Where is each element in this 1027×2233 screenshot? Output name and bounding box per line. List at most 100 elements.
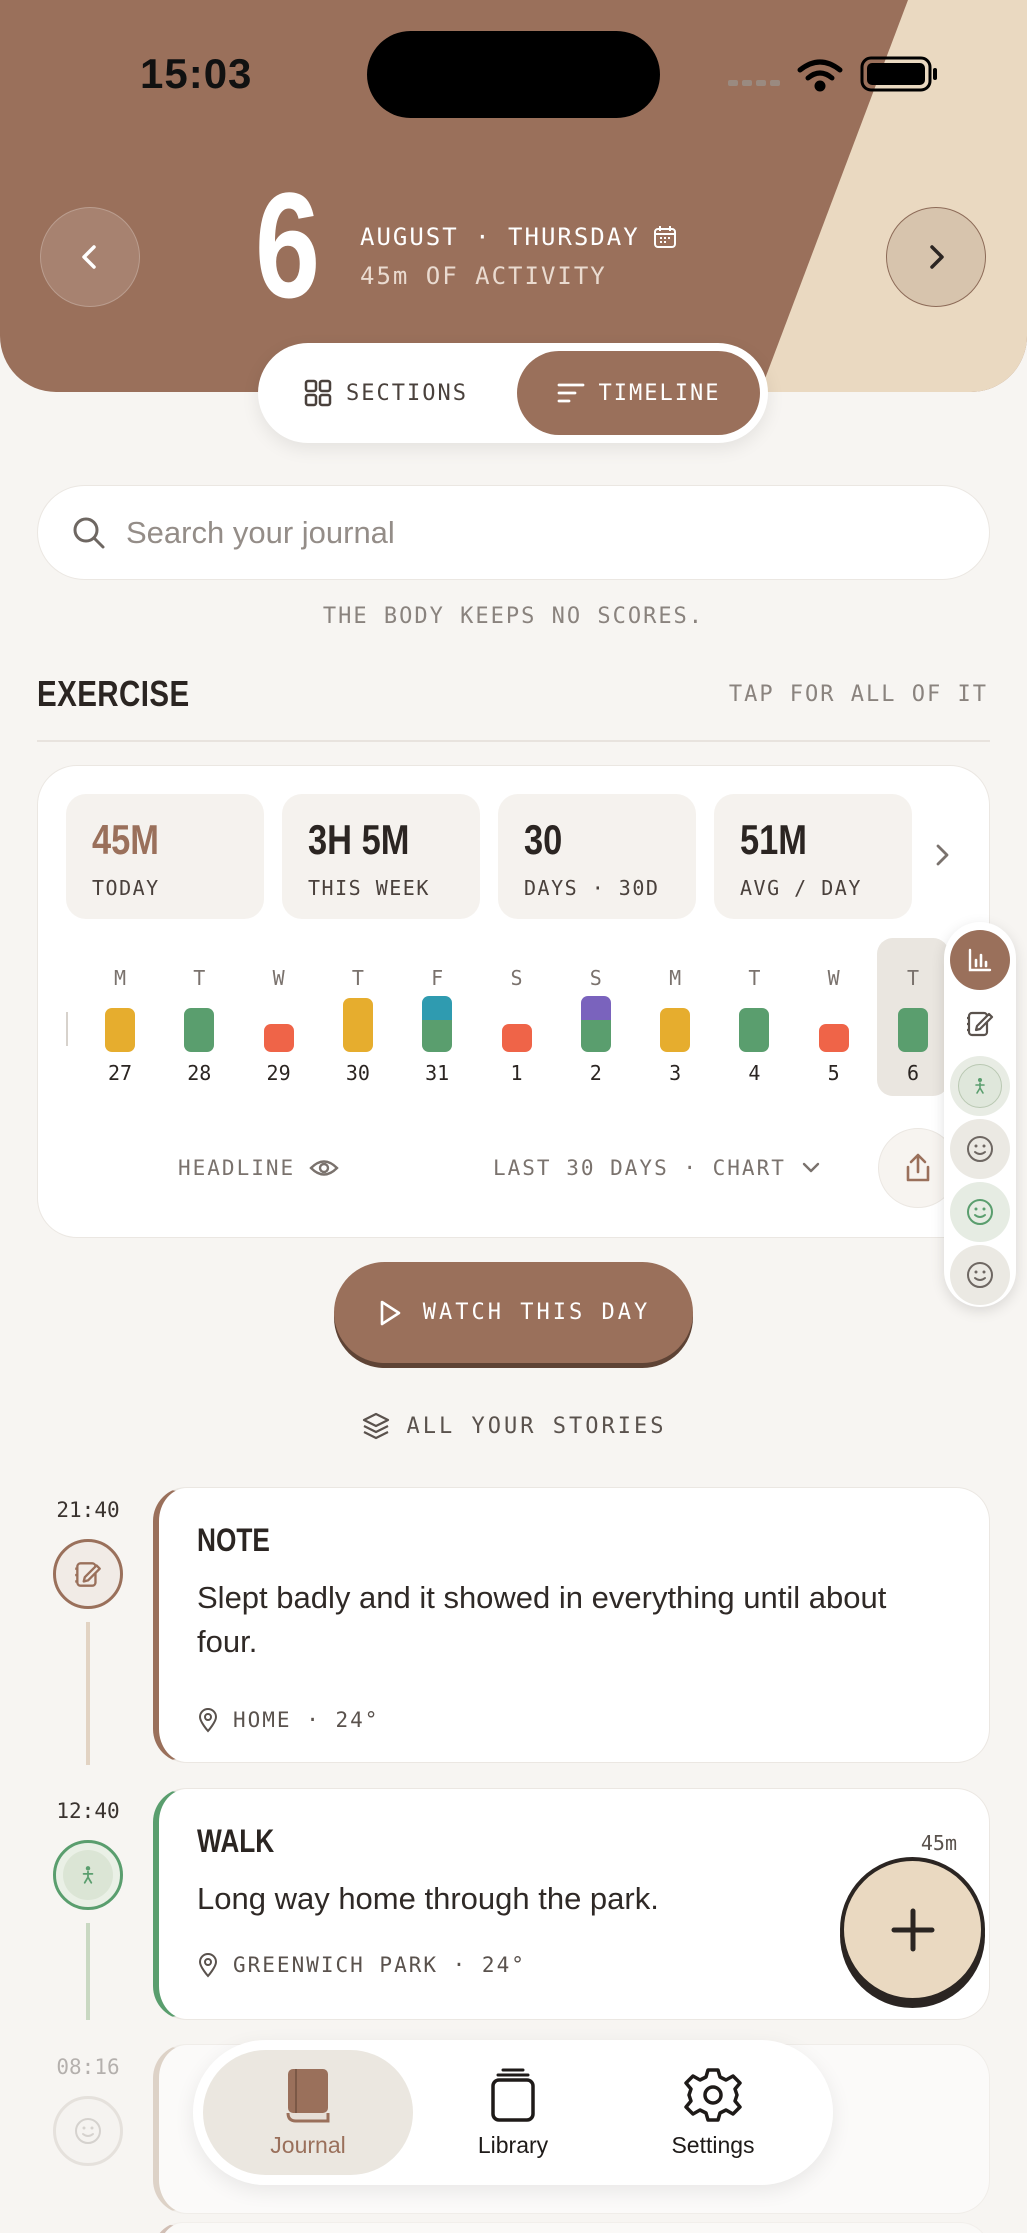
entry-time: 12:40 bbox=[56, 1799, 120, 1823]
day-column[interactable]: T 30 bbox=[326, 956, 390, 1096]
add-entry-button[interactable] bbox=[840, 1857, 985, 2002]
bar-segment bbox=[342, 998, 373, 1052]
bar-segment bbox=[184, 1008, 215, 1052]
location-pin-icon bbox=[198, 1708, 218, 1733]
note-icon bbox=[967, 1011, 994, 1037]
entry-location-text: HOME · 24° bbox=[233, 1708, 380, 1732]
day-column[interactable]: M 27 bbox=[88, 956, 152, 1096]
book-icon bbox=[286, 2069, 330, 2123]
chevron-down-icon bbox=[802, 1162, 820, 1173]
rail-mood-good-button[interactable] bbox=[950, 1182, 1010, 1242]
day-activity-bar bbox=[342, 998, 373, 1052]
bottom-nav: Journal Library Settings bbox=[193, 2040, 833, 2185]
grid-icon bbox=[304, 379, 332, 407]
stat-tile-days[interactable]: 30 DAYS · 30D bbox=[498, 794, 696, 919]
day-number-label: 29 bbox=[266, 1061, 291, 1085]
status-bar-icons bbox=[728, 56, 937, 92]
previous-day-button[interactable] bbox=[40, 207, 140, 307]
entry-node[interactable] bbox=[53, 1840, 123, 1910]
stat-tile-today[interactable]: 45M TODAY bbox=[66, 794, 264, 919]
smiley-icon bbox=[967, 1199, 993, 1225]
day-activity-bar bbox=[580, 996, 611, 1052]
day-column[interactable]: W5 bbox=[802, 956, 866, 1096]
stat-label: DAYS · 30D bbox=[524, 876, 660, 900]
entry-node[interactable] bbox=[53, 1539, 123, 1609]
search-bar[interactable] bbox=[37, 485, 990, 580]
stat-label: TODAY bbox=[92, 876, 160, 900]
day-column[interactable]: S1 bbox=[485, 956, 549, 1096]
day-number-label: 6 bbox=[906, 1061, 920, 1085]
entry-node[interactable] bbox=[53, 2096, 123, 2166]
day-activity-bar bbox=[660, 1008, 691, 1052]
bar-segment bbox=[818, 1024, 849, 1052]
search-input[interactable] bbox=[126, 514, 926, 551]
day-activity-bar bbox=[184, 1008, 215, 1052]
play-icon bbox=[380, 1300, 401, 1325]
nav-tab-label: Settings bbox=[671, 2132, 755, 2158]
headline-label: HEADLINE bbox=[178, 1156, 296, 1180]
range-selector[interactable]: LAST 30 DAYS · CHART bbox=[493, 1156, 822, 1180]
stat-tile-week[interactable]: 3H 5M THIS WEEK bbox=[282, 794, 480, 919]
tab-timeline-label: TIMELINE bbox=[598, 380, 721, 406]
day-letter: F bbox=[431, 966, 444, 990]
chevron-left-icon bbox=[82, 245, 96, 269]
tab-sections-label: SECTIONS bbox=[346, 380, 468, 406]
bar-segment bbox=[580, 996, 611, 1020]
tab-timeline[interactable]: TIMELINE bbox=[517, 351, 760, 435]
timeline-entry-note[interactable]: NOTE Slept badly and it showed in everyt… bbox=[153, 1487, 990, 1763]
rail-mood-button[interactable] bbox=[950, 1119, 1010, 1179]
entry-location-text: GREENWICH PARK · 24° bbox=[233, 1953, 526, 1977]
day-column[interactable]: W 29 bbox=[247, 956, 311, 1096]
day-column[interactable]: T4 bbox=[722, 956, 786, 1096]
watch-this-day-button[interactable]: WATCH THIS DAY bbox=[334, 1262, 693, 1363]
rail-mood-neutral-button[interactable] bbox=[950, 1245, 1010, 1305]
view-toggle: SECTIONS TIMELINE bbox=[258, 343, 768, 443]
calendar-icon[interactable] bbox=[652, 224, 678, 250]
signal-icon bbox=[728, 80, 780, 86]
chevron-right-icon bbox=[930, 245, 944, 269]
stack-icon bbox=[491, 2068, 535, 2122]
rail-walk-button[interactable] bbox=[950, 1056, 1010, 1116]
day-number: 6 bbox=[255, 161, 321, 329]
day-letter: W bbox=[272, 966, 285, 990]
day-letter: M bbox=[669, 966, 682, 990]
all-stories-link[interactable]: ALL YOUR STORIES bbox=[0, 1411, 1027, 1441]
day-number-label: 27 bbox=[107, 1061, 133, 1085]
bar-segment bbox=[263, 1024, 294, 1052]
layers-icon bbox=[362, 1412, 389, 1440]
rail-notes-button[interactable] bbox=[950, 993, 1010, 1053]
day-column[interactable]: S2 bbox=[564, 956, 628, 1096]
day-column[interactable]: M3 bbox=[643, 956, 707, 1096]
nav-tab-library[interactable]: Library bbox=[408, 2050, 618, 2175]
day-activity-bar bbox=[898, 1008, 928, 1052]
entry-location: HOME · 24° bbox=[197, 1707, 379, 1733]
day-header: 15:03 6 AUGUST · THURSDAY 45m OF ACTIVIT… bbox=[0, 0, 1027, 392]
date-label[interactable]: AUGUST · THURSDAY bbox=[360, 223, 678, 251]
watch-label: WATCH THIS DAY bbox=[422, 1300, 651, 1325]
nav-tab-journal[interactable]: Journal bbox=[203, 2050, 413, 2175]
day-column[interactable]: T 28 bbox=[167, 956, 231, 1096]
search-icon bbox=[73, 517, 105, 548]
day-column-today[interactable]: T6 bbox=[877, 938, 949, 1096]
nav-tab-settings[interactable]: Settings bbox=[608, 2050, 818, 2175]
day-column[interactable]: F 31 bbox=[405, 956, 469, 1096]
chevron-right-icon[interactable] bbox=[928, 841, 956, 869]
next-day-button[interactable] bbox=[886, 207, 986, 307]
exercise-card[interactable]: 45M TODAY 3H 5M THIS WEEK 30 DAYS · 30D … bbox=[37, 765, 990, 1238]
section-see-all-link[interactable]: TAP FOR ALL OF IT bbox=[729, 682, 988, 707]
day-activity-bar bbox=[501, 1024, 532, 1052]
day-number-label: 5 bbox=[827, 1061, 840, 1085]
note-icon bbox=[75, 1562, 101, 1587]
timeline-entry-partial[interactable] bbox=[153, 2222, 990, 2233]
day-activity-bar bbox=[818, 1024, 849, 1052]
stat-tile-average[interactable]: 51M AVG / DAY bbox=[714, 794, 912, 919]
bar-segment bbox=[105, 1008, 135, 1052]
headline-toggle[interactable]: HEADLINE bbox=[178, 1156, 339, 1180]
bar-segment bbox=[422, 1020, 453, 1052]
entry-time: 21:40 bbox=[56, 1498, 120, 1522]
section-title: EXERCISE bbox=[37, 673, 190, 714]
smiley-icon bbox=[967, 1262, 993, 1288]
rail-stats-button[interactable] bbox=[950, 930, 1010, 990]
tab-sections[interactable]: SECTIONS bbox=[266, 351, 506, 435]
walk-icon bbox=[82, 1866, 94, 1884]
